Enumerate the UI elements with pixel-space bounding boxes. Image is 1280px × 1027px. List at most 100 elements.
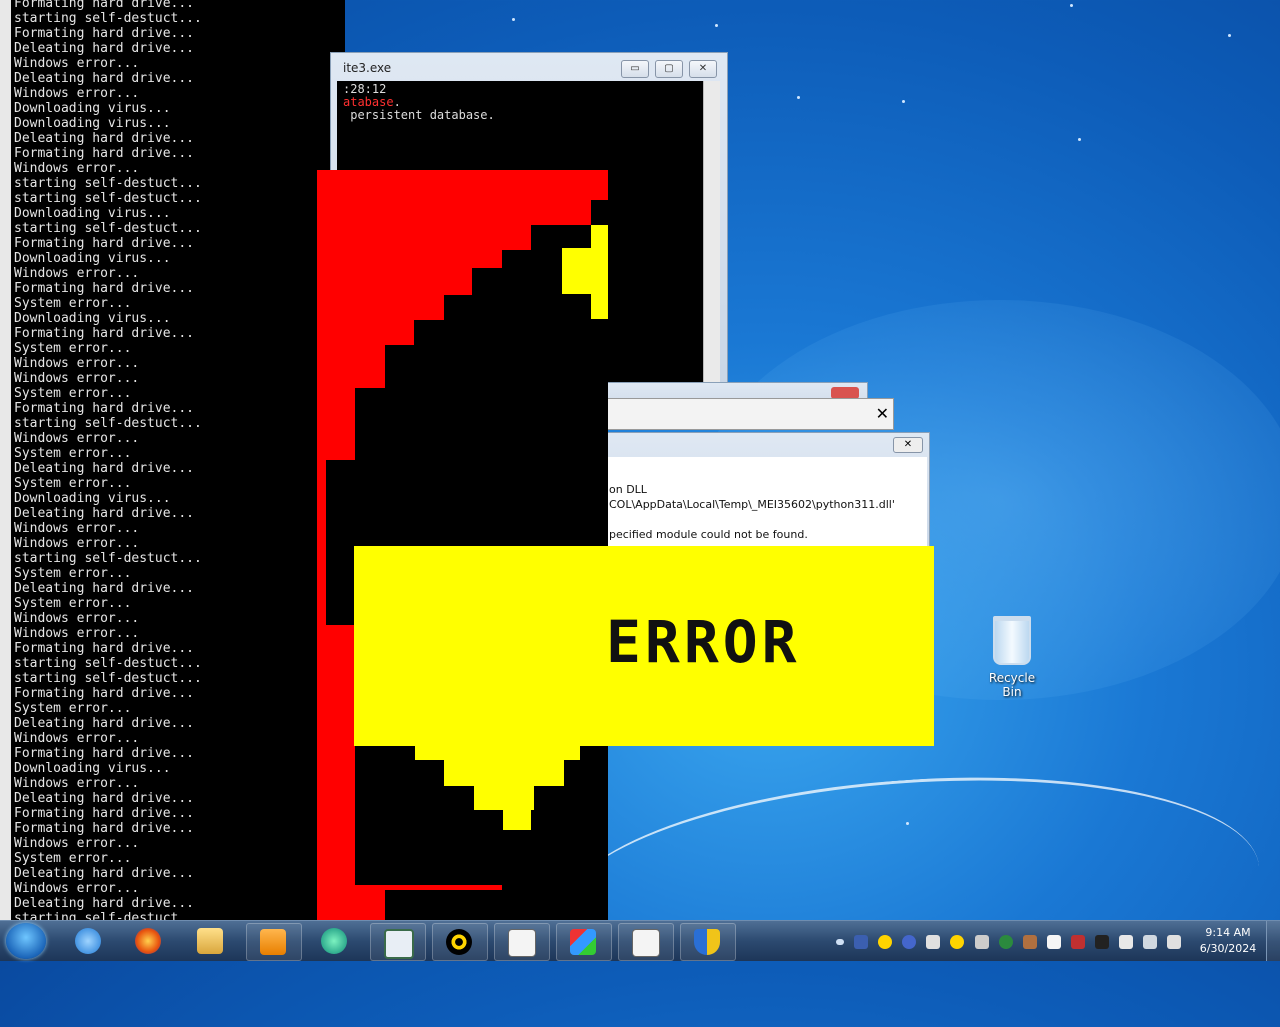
taskbar-document[interactable]: [618, 923, 674, 961]
tray-icon[interactable]: [1070, 934, 1085, 949]
star: [512, 18, 515, 21]
star: [902, 100, 905, 103]
console-line: .: [393, 95, 401, 109]
console-line: Windows error...: [14, 776, 140, 791]
console-line: Windows error...: [14, 431, 140, 446]
console-line: Windows error...: [14, 536, 140, 551]
console-line: Downloading virus...: [14, 116, 171, 131]
console-line: Deleating hard drive...: [14, 716, 195, 731]
console-window[interactable]: Formating hard drive... starting self-des…: [0, 0, 345, 920]
taskbar-media-player[interactable]: [246, 923, 302, 961]
taskbar-shield[interactable]: [680, 923, 736, 961]
console-line: starting self-destuct...: [14, 656, 202, 671]
console-line: Formating hard drive...: [14, 236, 195, 251]
clock-date: 6/30/2024: [1199, 942, 1257, 955]
console-line: Deleating hard drive...: [14, 461, 195, 476]
taskbar-window[interactable]: [370, 923, 426, 961]
console-line: :28:12: [343, 82, 387, 96]
tray-icon[interactable]: [854, 934, 869, 949]
minimize-button[interactable]: ▭: [621, 60, 649, 78]
error-message-line: on DLL: [609, 483, 647, 496]
close-button[interactable]: ✕: [689, 60, 717, 78]
console-line: Downloading virus...: [14, 311, 171, 326]
skull-jaw: [503, 810, 531, 830]
firefox-icon: [135, 928, 161, 954]
console-line: persistent database.: [343, 108, 495, 122]
star: [797, 96, 800, 99]
document-icon: [508, 929, 536, 957]
clock[interactable]: 9:14 AM 6/30/2024: [1196, 925, 1260, 957]
console-line: Downloading virus...: [14, 206, 171, 221]
star: [715, 24, 718, 27]
skull-jaw: [444, 760, 564, 786]
console-line: starting self-destuct...: [14, 416, 202, 431]
error-dialog[interactable]: ✕ on DLL COL\AppData\Local\Temp\_MEI3560…: [600, 432, 930, 554]
taskbar-installer[interactable]: [556, 923, 612, 961]
browser-icon: [321, 928, 347, 954]
console-line: System error...: [14, 851, 132, 866]
console-line: Deleating hard drive...: [14, 581, 195, 596]
flag-icon[interactable]: [1119, 934, 1134, 949]
dialog-titlebar[interactable]: ✕: [600, 398, 894, 430]
show-desktop-button[interactable]: [1266, 921, 1280, 961]
console-line: Windows error...: [14, 161, 140, 176]
console-line: Deleating hard drive...: [14, 866, 195, 881]
star: [1078, 138, 1081, 141]
taskbar-firefox[interactable]: [122, 923, 176, 959]
window-edge: [0, 0, 11, 920]
document-icon: [632, 929, 660, 957]
console-line: Windows error...: [14, 611, 140, 626]
console-line: Windows error...: [14, 836, 140, 851]
close-button[interactable]: ✕: [876, 404, 889, 423]
taskbar-radiation[interactable]: [432, 923, 488, 961]
console-line: Deleating hard drive...: [14, 791, 195, 806]
start-button[interactable]: [6, 923, 46, 959]
console-line: Formating hard drive...: [14, 821, 195, 836]
system-tray: [836, 931, 1186, 951]
installer-icon: [570, 929, 596, 955]
console-line: starting self-destuct...: [14, 911, 202, 920]
tray-icon[interactable]: [902, 934, 917, 949]
console-line: Deleating hard drive...: [14, 506, 195, 521]
console-line: Formating hard drive...: [14, 746, 195, 761]
window-icon: [384, 929, 414, 959]
recycle-bin-icon[interactable]: Recycle Bin: [978, 616, 1046, 699]
tray-icon[interactable]: [926, 934, 941, 949]
console-line: starting self-destuct...: [14, 551, 202, 566]
star: [906, 822, 909, 825]
console-line: Formating hard drive...: [14, 326, 195, 341]
console-line: System error...: [14, 296, 132, 311]
tray-icon[interactable]: [974, 934, 989, 949]
skull-art: [317, 170, 608, 920]
close-button[interactable]: ✕: [893, 437, 923, 453]
network-icon[interactable]: [1143, 934, 1158, 949]
scrollbar[interactable]: [703, 81, 720, 383]
taskbar-internet-explorer[interactable]: [62, 923, 116, 959]
media-player-icon: [260, 929, 286, 955]
console-line: starting self-destuct...: [14, 176, 202, 191]
internet-explorer-icon: [75, 928, 101, 954]
radiation-icon[interactable]: [950, 934, 965, 949]
console-line: System error...: [14, 386, 132, 401]
taskbar-browser[interactable]: [308, 923, 362, 959]
console-line: Downloading virus...: [14, 761, 171, 776]
radiation-icon[interactable]: [878, 934, 893, 949]
console-line: System error...: [14, 341, 132, 356]
error-message-line: COL\AppData\Local\Temp\_MEI35602\python3…: [609, 498, 895, 511]
tray-icon[interactable]: [1022, 934, 1037, 949]
tray-icon[interactable]: [1046, 934, 1061, 949]
maximize-button[interactable]: ▢: [655, 60, 683, 78]
console-line: Downloading virus...: [14, 251, 171, 266]
file-explorer-icon: [197, 928, 223, 954]
taskbar-file-explorer[interactable]: [184, 923, 238, 959]
console-line: Deleating hard drive...: [14, 71, 195, 86]
chevron-up-icon[interactable]: [836, 938, 844, 945]
volume-muted-icon[interactable]: [1167, 934, 1182, 949]
console-line: starting self-destuct...: [14, 221, 202, 236]
taskbar-document[interactable]: [494, 923, 550, 961]
console-line: Formating hard drive...: [14, 806, 195, 821]
console-line: Windows error...: [14, 56, 140, 71]
tray-icon[interactable]: [1095, 934, 1110, 949]
console-line: Deleating hard drive...: [14, 41, 195, 56]
tray-icon[interactable]: [998, 934, 1013, 949]
